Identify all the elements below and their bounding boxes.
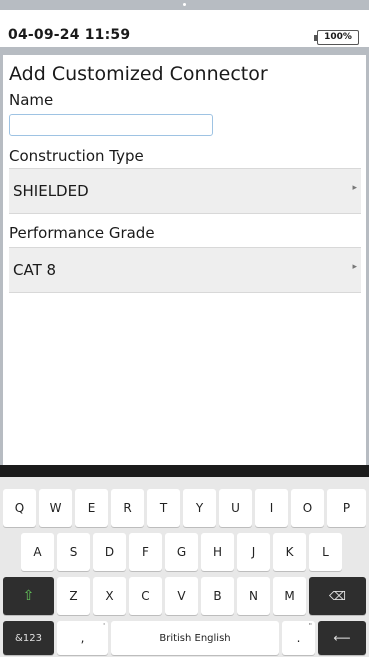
keyboard-top-strip [0, 465, 369, 477]
key-i[interactable]: I [255, 489, 288, 527]
key-j[interactable]: J [237, 533, 270, 571]
name-label: Name [9, 91, 54, 109]
key-v[interactable]: V [165, 577, 198, 615]
key-e[interactable]: E [75, 489, 108, 527]
page-title: Add Customized Connector [9, 63, 268, 85]
comma-hint: ' [103, 622, 105, 630]
key-p[interactable]: P [327, 489, 366, 527]
key-q[interactable]: Q [3, 489, 36, 527]
key-t[interactable]: T [147, 489, 180, 527]
shift-key-icon[interactable]: ⇧ [3, 577, 54, 615]
performance-grade-label: Performance Grade [9, 224, 155, 242]
performance-grade-select[interactable]: CAT 8 ▸ [9, 247, 361, 293]
key-m[interactable]: M [273, 577, 306, 615]
key-g[interactable]: G [165, 533, 198, 571]
key-w[interactable]: W [39, 489, 72, 527]
space-key[interactable]: British English [111, 621, 279, 655]
key-h[interactable]: H [201, 533, 234, 571]
key-b[interactable]: B [201, 577, 234, 615]
key-k[interactable]: K [273, 533, 306, 571]
key-n[interactable]: N [237, 577, 270, 615]
comma-key[interactable]: , ' [57, 621, 108, 655]
key-a[interactable]: A [21, 533, 54, 571]
battery-level: 100% [324, 32, 352, 42]
key-d[interactable]: D [93, 533, 126, 571]
status-datetime: 04-09-24 11:59 [8, 27, 131, 43]
key-l[interactable]: L [309, 533, 342, 571]
pull-indicator [183, 3, 186, 6]
key-s[interactable]: S [57, 533, 90, 571]
key-r[interactable]: R [111, 489, 144, 527]
on-screen-keyboard: Q W E R T Y U I O P A S D F G H J K L ⇧ … [0, 477, 369, 657]
battery-icon: 100% [314, 30, 359, 45]
construction-type-label: Construction Type [9, 147, 144, 165]
key-u[interactable]: U [219, 489, 252, 527]
construction-type-select[interactable]: SHIELDED ▸ [9, 168, 361, 214]
name-input[interactable] [9, 114, 213, 136]
key-o[interactable]: O [291, 489, 324, 527]
performance-grade-value: CAT 8 [13, 261, 57, 279]
dropdown-arrow-icon: ▸ [352, 183, 357, 193]
key-z[interactable]: Z [57, 577, 90, 615]
comma-label: , [80, 631, 85, 645]
period-hint: " [308, 622, 312, 630]
key-f[interactable]: F [129, 533, 162, 571]
key-y[interactable]: Y [183, 489, 216, 527]
key-x[interactable]: X [93, 577, 126, 615]
status-bar: 04-09-24 11:59 100% [0, 10, 369, 47]
backspace-icon[interactable]: ⌫ [309, 577, 366, 615]
key-c[interactable]: C [129, 577, 162, 615]
period-key[interactable]: . " [282, 621, 315, 655]
construction-type-value: SHIELDED [13, 182, 89, 200]
dropdown-arrow-icon: ▸ [352, 262, 357, 272]
symbols-key[interactable]: &123 [3, 621, 54, 655]
period-label: . [296, 631, 301, 645]
notification-pull-bar[interactable] [0, 0, 369, 10]
connector-form: Add Customized Connector Name Constructi… [0, 55, 369, 465]
header-divider [0, 47, 369, 55]
enter-icon[interactable]: ⟵ [318, 621, 366, 655]
